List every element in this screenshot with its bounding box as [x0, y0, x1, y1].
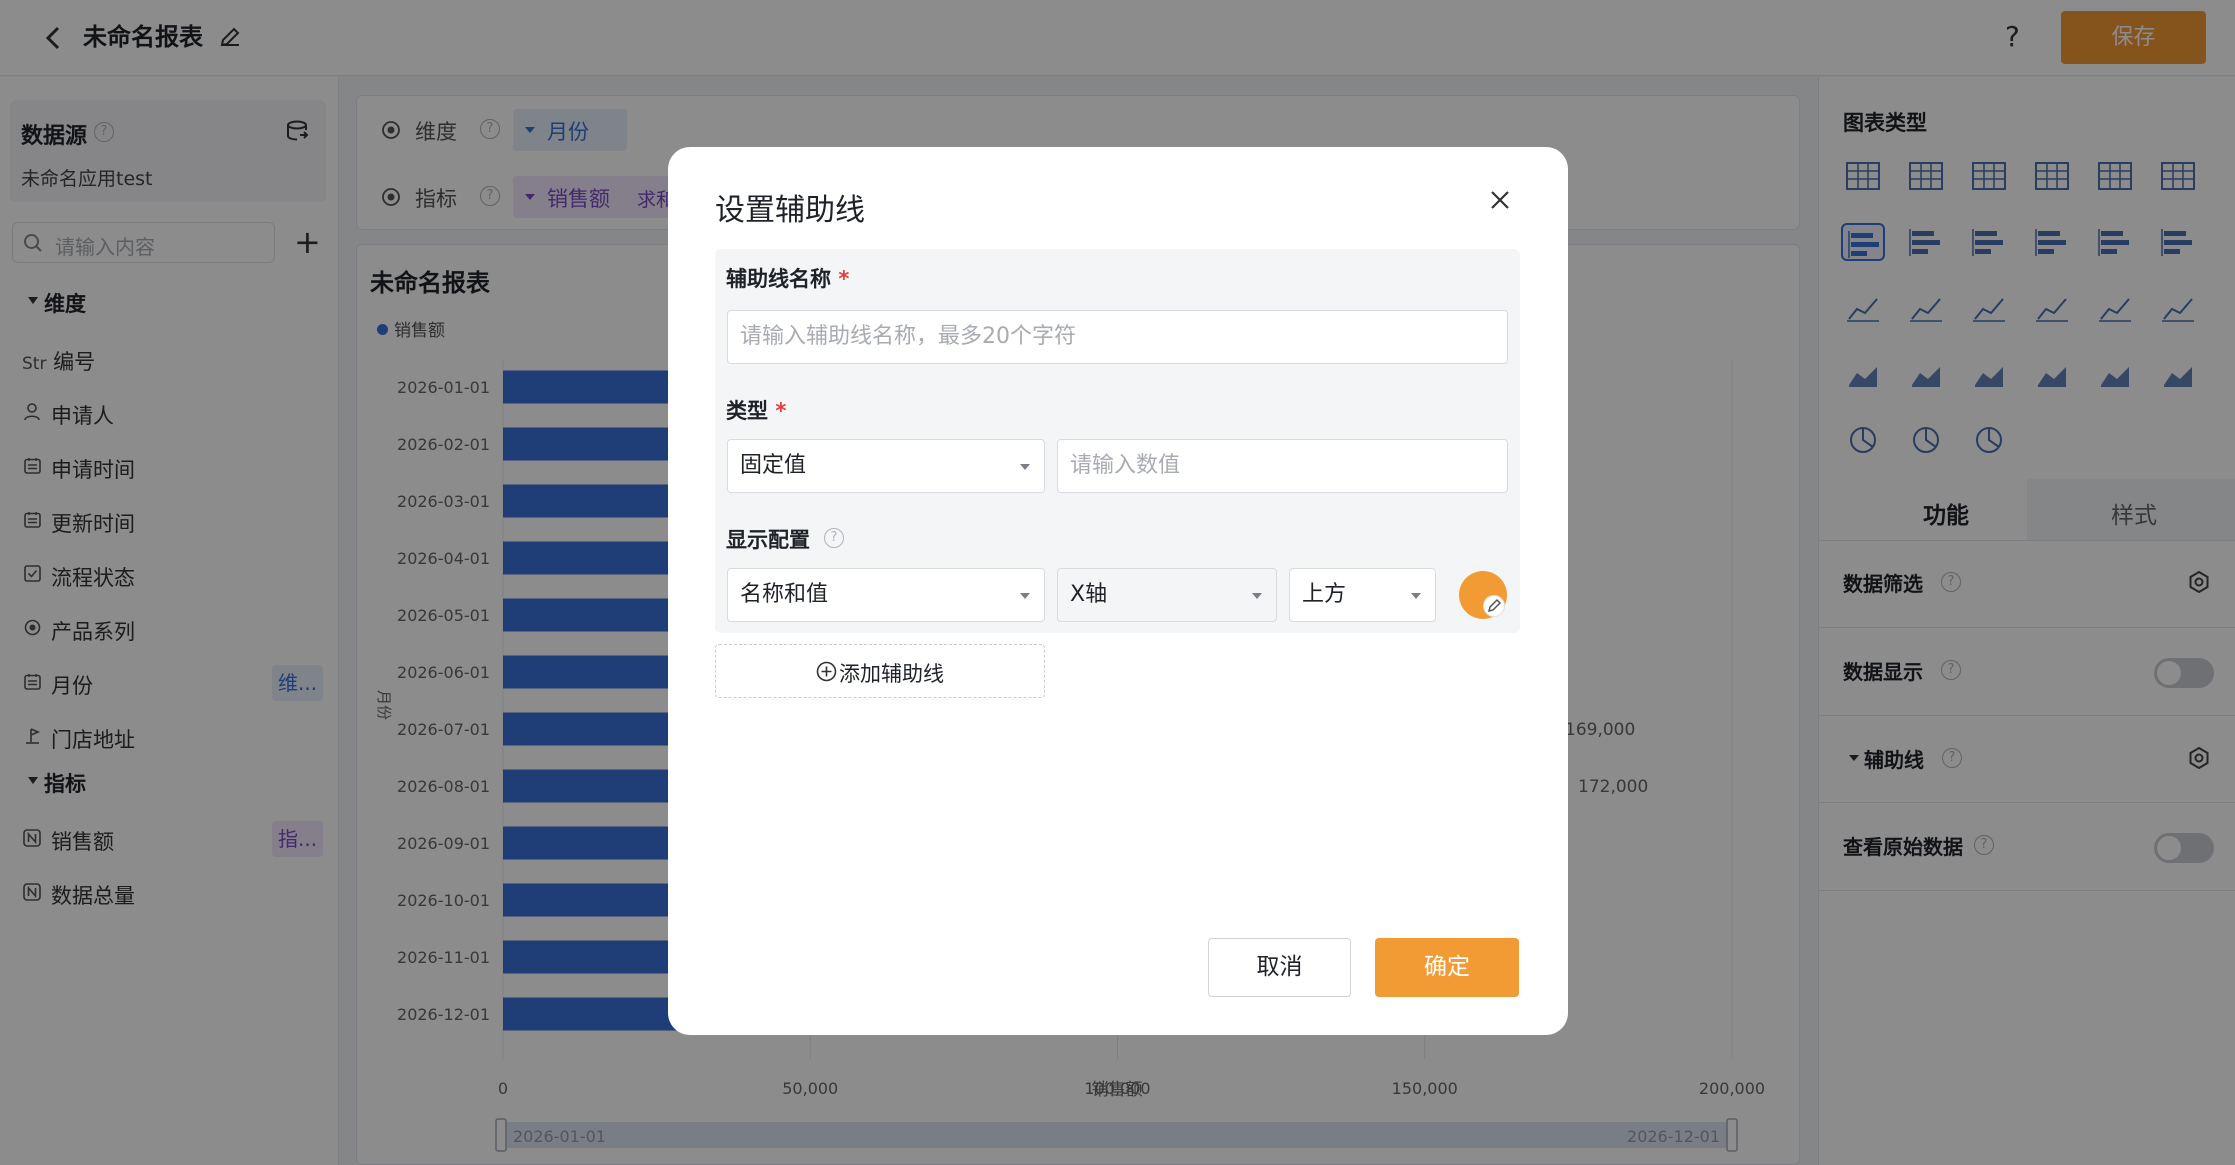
type-select[interactable]: 固定值 — [727, 439, 1045, 493]
type-label: 类型 * — [726, 399, 787, 423]
dialog-title: 设置辅助线 — [715, 193, 865, 228]
axis-select[interactable]: X轴 — [1057, 568, 1277, 622]
chevron-down-icon — [1020, 593, 1030, 599]
close-icon[interactable] — [1489, 189, 1511, 211]
aux-line-name-input[interactable]: 请输入辅助线名称，最多20个字符 — [727, 310, 1508, 364]
edit-pencil-icon — [1483, 595, 1505, 617]
position-select[interactable]: 上方 — [1289, 568, 1436, 622]
confirm-button[interactable]: 确定 — [1375, 938, 1519, 997]
display-config-label: 显示配置 — [726, 528, 810, 552]
chevron-down-icon — [1411, 593, 1421, 599]
add-aux-line-button[interactable]: 添加辅助线 — [715, 644, 1045, 698]
question-icon[interactable]: ? — [824, 528, 844, 548]
value-input[interactable]: 请输入数值 — [1057, 439, 1508, 493]
color-picker[interactable] — [1459, 571, 1507, 619]
aux-line-dialog: 设置辅助线 辅助线名称 * 请输入辅助线名称，最多20个字符 类型 * 固定值 … — [668, 147, 1568, 1035]
cancel-button[interactable]: 取消 — [1208, 938, 1351, 997]
name-label: 辅助线名称 * — [726, 267, 850, 291]
display-content-select[interactable]: 名称和值 — [727, 568, 1045, 622]
plus-circle-icon — [816, 661, 837, 682]
aux-line-config: 辅助线名称 * 请输入辅助线名称，最多20个字符 类型 * 固定值 请输入数值 … — [715, 249, 1520, 633]
add-aux-line-label: 添加辅助线 — [839, 662, 944, 686]
chevron-down-icon — [1020, 464, 1030, 470]
chevron-down-icon — [1252, 593, 1262, 599]
